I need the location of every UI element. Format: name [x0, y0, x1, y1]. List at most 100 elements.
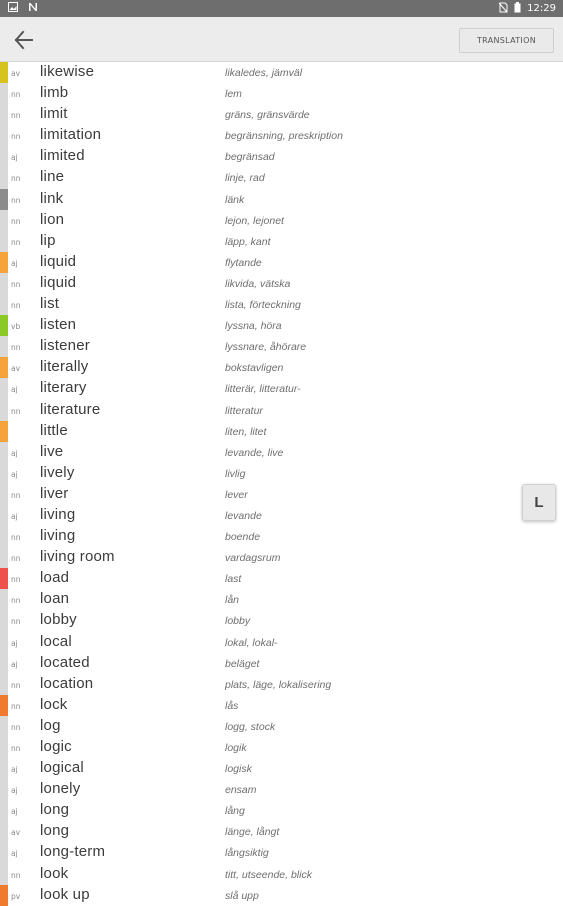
part-of-speech: nn	[11, 301, 21, 311]
translation-text: beläget	[225, 657, 260, 670]
battery-icon	[514, 2, 521, 16]
frequency-color-bar	[0, 779, 8, 801]
part-of-speech: nn	[11, 237, 21, 247]
list-item[interactable]: nn lip läpp, kant	[0, 230, 563, 252]
translation-text: levande, live	[225, 446, 284, 459]
list-item[interactable]: nn lock lås	[0, 694, 563, 716]
list-item[interactable]: aj long lång	[0, 800, 563, 822]
list-item[interactable]: av long länge, långt	[0, 821, 563, 843]
list-item[interactable]: aj live levande, live	[0, 441, 563, 463]
list-item[interactable]: nn limitation begränsning, preskription	[0, 125, 563, 147]
word-label: logical	[40, 759, 84, 777]
list-item[interactable]: aj local lokal, lokal-	[0, 631, 563, 653]
translation-text: plats, läge, lokalisering	[225, 678, 332, 691]
frequency-color-bar	[0, 420, 8, 442]
list-item[interactable]: aj liquid flytande	[0, 251, 563, 273]
list-item[interactable]: nn list lista, förteckning	[0, 294, 563, 316]
list-item[interactable]: nn listener lyssnare, åhörare	[0, 336, 563, 358]
word-label: limitation	[40, 126, 102, 144]
list-item[interactable]: nn lion lejon, lejonet	[0, 209, 563, 231]
frequency-color-bar	[0, 462, 8, 484]
list-item[interactable]: nn living room vardagsrum	[0, 547, 563, 569]
translation-text: titt, utseende, blick	[225, 868, 312, 881]
list-item[interactable]: aj long-term långsiktig	[0, 842, 563, 864]
translation-text: länk	[225, 193, 245, 206]
frequency-color-bar	[0, 209, 8, 231]
translation-text: livlig	[225, 467, 246, 480]
frequency-color-bar	[0, 631, 8, 653]
list-item[interactable]: av likewise likaledes, jämväl	[0, 62, 563, 84]
word-label: long	[40, 801, 70, 819]
app-bar: TRANSLATION	[0, 17, 563, 62]
word-label: lip	[40, 231, 56, 249]
frequency-color-bar	[0, 251, 8, 273]
list-item[interactable]: nn literature litteratur	[0, 399, 563, 421]
translation-text: lång	[225, 805, 245, 818]
frequency-color-bar	[0, 589, 8, 611]
list-item[interactable]: nn location plats, läge, lokalisering	[0, 673, 563, 695]
list-item[interactable]: nn look titt, utseende, blick	[0, 863, 563, 885]
word-label: long	[40, 822, 70, 840]
word-label: literary	[40, 379, 87, 397]
list-item[interactable]: nn liver lever	[0, 483, 563, 505]
frequency-color-bar	[0, 737, 8, 759]
translation-text: länge, långt	[225, 826, 280, 839]
part-of-speech: aj	[11, 448, 18, 458]
word-label: lobby	[40, 611, 77, 629]
list-item[interactable]: nn load last	[0, 568, 563, 590]
list-item[interactable]: vb listen lyssna, höra	[0, 315, 563, 337]
part-of-speech: nn	[11, 216, 21, 226]
list-item[interactable]: aj living levande	[0, 504, 563, 527]
list-item[interactable]: nn loan lån	[0, 589, 563, 611]
list-item[interactable]: aj limited begränsad	[0, 146, 563, 168]
part-of-speech: aj	[11, 659, 18, 669]
word-label: long-term	[40, 843, 106, 861]
part-of-speech: pv	[11, 891, 21, 901]
list-item[interactable]: little liten, litet	[0, 420, 563, 442]
list-item[interactable]: nn log logg, stock	[0, 715, 563, 737]
frequency-color-bar	[0, 188, 8, 210]
list-item[interactable]: nn limit gräns, gränsvärde	[0, 104, 563, 126]
part-of-speech: aj	[11, 385, 18, 395]
index-letter-button[interactable]: L	[522, 484, 556, 521]
list-item[interactable]: nn logic logik	[0, 737, 563, 759]
frequency-color-bar	[0, 441, 8, 463]
part-of-speech: aj	[11, 849, 18, 859]
frequency-color-bar	[0, 357, 8, 379]
part-of-speech: nn	[11, 533, 21, 543]
translation-text: lokal, lokal-	[225, 636, 278, 649]
list-item[interactable]: nn lobby lobby	[0, 610, 563, 632]
frequency-color-bar	[0, 842, 8, 864]
frequency-color-bar	[0, 315, 8, 337]
list-item[interactable]: aj lonely ensam	[0, 779, 563, 801]
part-of-speech: av	[11, 828, 21, 838]
part-of-speech: aj	[11, 638, 18, 648]
list-item[interactable]: av literally bokstavligen	[0, 357, 563, 379]
word-label: liquid	[40, 273, 77, 291]
part-of-speech: nn	[11, 722, 21, 732]
translation-button[interactable]: TRANSLATION	[459, 28, 554, 53]
frequency-color-bar	[0, 146, 8, 168]
translation-text: boende	[225, 531, 261, 544]
word-label: lively	[40, 463, 75, 481]
list-item[interactable]: nn limb lem	[0, 83, 563, 105]
list-item[interactable]: pv look up slå upp	[0, 884, 563, 906]
list-item[interactable]: nn liquid likvida, vätska	[0, 272, 563, 295]
status-right: 12:29	[498, 2, 556, 16]
word-label: living	[40, 505, 76, 523]
part-of-speech: aj	[11, 258, 18, 268]
list-item[interactable]: aj lively livlig	[0, 462, 563, 484]
list-item[interactable]: nn living boende	[0, 526, 563, 548]
frequency-color-bar	[0, 863, 8, 885]
list-item[interactable]: nn link länk	[0, 188, 563, 210]
translation-text: lobby	[225, 615, 251, 628]
list-item[interactable]: aj literary litterär, litteratur-	[0, 378, 563, 400]
back-button[interactable]	[11, 27, 37, 53]
word-label: listen	[40, 316, 77, 334]
word-label: line	[40, 168, 65, 186]
list-item[interactable]: nn line linje, rad	[0, 167, 563, 189]
list-item[interactable]: aj located beläget	[0, 652, 563, 674]
part-of-speech: nn	[11, 406, 21, 416]
part-of-speech: aj	[11, 765, 18, 775]
list-item[interactable]: aj logical logisk	[0, 758, 563, 780]
